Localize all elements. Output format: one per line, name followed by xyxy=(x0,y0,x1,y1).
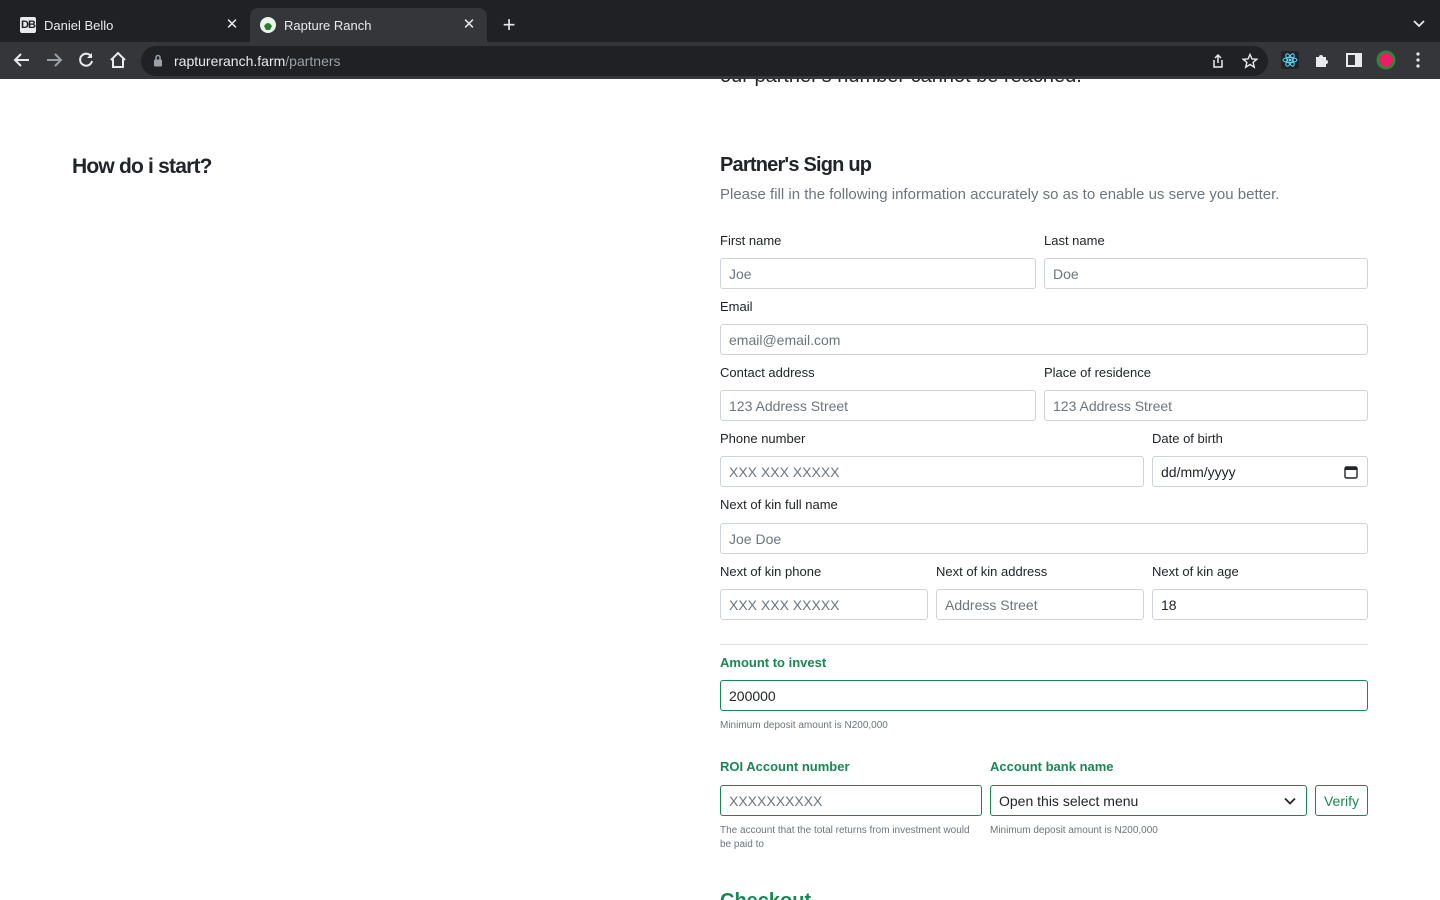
tab-title: Rapture Ranch xyxy=(284,17,372,33)
bank-name-select[interactable]: Open this select menu xyxy=(990,785,1307,816)
page-content: our partner's number cannot be reached. … xyxy=(0,79,1440,900)
reload-icon[interactable] xyxy=(76,50,96,70)
cutoff-paragraph: our partner's number cannot be reached. xyxy=(720,79,1082,88)
browser-toolbar: raptureranch.farm/partners xyxy=(0,42,1440,79)
next-of-kin-phone-input[interactable] xyxy=(720,589,928,620)
amount-to-invest-input[interactable] xyxy=(720,680,1368,711)
extensions-puzzle-icon[interactable] xyxy=(1313,51,1331,69)
roi-account-input[interactable] xyxy=(720,785,982,816)
address-bar[interactable]: raptureranch.farm/partners xyxy=(141,46,1268,76)
amount-to-invest-label: Amount to invest xyxy=(720,655,827,670)
share-icon[interactable] xyxy=(1210,53,1226,69)
date-of-birth-label: Date of birth xyxy=(1152,431,1223,446)
date-placeholder: dd/mm/yyyy xyxy=(1161,463,1236,480)
bank-name-label: Account bank name xyxy=(990,759,1114,774)
next-of-kin-name-label: Next of kin full name xyxy=(720,497,838,512)
tab-rapture-ranch[interactable]: Rapture Ranch ✕ xyxy=(250,8,487,42)
new-tab-plus-icon[interactable]: + xyxy=(498,14,520,36)
close-tab-icon[interactable]: ✕ xyxy=(461,17,477,33)
bank-help-text: Minimum deposit amount is N200,000 xyxy=(990,825,1158,836)
db-favicon-icon: DB xyxy=(20,17,36,33)
next-of-kin-address-input[interactable] xyxy=(936,589,1144,620)
tab-daniel-bello[interactable]: DB Daniel Bello ✕ xyxy=(14,8,250,42)
tab-title: Daniel Bello xyxy=(44,17,114,33)
forward-arrow-icon[interactable] xyxy=(44,50,64,70)
lock-icon[interactable] xyxy=(153,54,163,67)
phone-number-input[interactable] xyxy=(720,456,1144,487)
form-title: Partner's Sign up xyxy=(720,154,872,176)
url-text: raptureranch.farm/partners xyxy=(174,53,341,69)
section-divider xyxy=(720,644,1368,645)
rapture-ranch-favicon-icon xyxy=(260,17,276,33)
phone-number-label: Phone number xyxy=(720,431,806,446)
contact-address-input[interactable] xyxy=(720,390,1036,421)
first-name-input[interactable] xyxy=(720,258,1036,289)
last-name-input[interactable] xyxy=(1044,258,1368,289)
home-icon[interactable] xyxy=(108,50,128,70)
calendar-icon[interactable] xyxy=(1344,465,1358,479)
next-of-kin-address-label: Next of kin address xyxy=(936,564,1048,579)
form-subtitle: Please fill in the following information… xyxy=(720,186,1280,203)
how-do-i-start-heading: How do i start? xyxy=(72,155,212,178)
checkout-heading: Checkout xyxy=(720,890,811,900)
react-devtools-icon[interactable] xyxy=(1281,51,1299,69)
roi-account-label: ROI Account number xyxy=(720,759,850,774)
email-input[interactable] xyxy=(720,324,1368,355)
next-of-kin-age-input[interactable] xyxy=(1152,589,1368,620)
chevron-down-icon xyxy=(1284,797,1296,805)
kebab-menu-icon[interactable] xyxy=(1409,51,1427,69)
profile-avatar-icon[interactable] xyxy=(1376,50,1396,70)
roi-account-help-text: The account that the total returns from … xyxy=(720,825,970,850)
verify-button[interactable]: Verify xyxy=(1315,785,1368,816)
bank-select-value: Open this select menu xyxy=(999,792,1139,809)
next-of-kin-phone-label: Next of kin phone xyxy=(720,564,822,579)
contact-address-label: Contact address xyxy=(720,365,815,380)
bookmark-star-icon[interactable] xyxy=(1242,53,1258,69)
email-label: Email xyxy=(720,299,753,314)
tab-search-chevron-icon[interactable] xyxy=(1412,16,1426,30)
close-tab-icon[interactable]: ✕ xyxy=(224,17,240,33)
amount-help-text: Minimum deposit amount is N200,000 xyxy=(720,720,888,731)
last-name-label: Last name xyxy=(1044,233,1105,248)
next-of-kin-age-label: Next of kin age xyxy=(1152,564,1239,579)
next-of-kin-name-input[interactable] xyxy=(720,523,1368,554)
place-of-residence-input[interactable] xyxy=(1044,390,1368,421)
back-arrow-icon[interactable] xyxy=(12,50,32,70)
date-of-birth-input[interactable]: dd/mm/yyyy xyxy=(1152,456,1368,487)
side-panel-icon[interactable] xyxy=(1345,51,1363,69)
browser-tab-strip: DB Daniel Bello ✕ Rapture Ranch ✕ + xyxy=(0,0,1440,42)
first-name-label: First name xyxy=(720,233,782,248)
place-of-residence-label: Place of residence xyxy=(1044,365,1151,380)
